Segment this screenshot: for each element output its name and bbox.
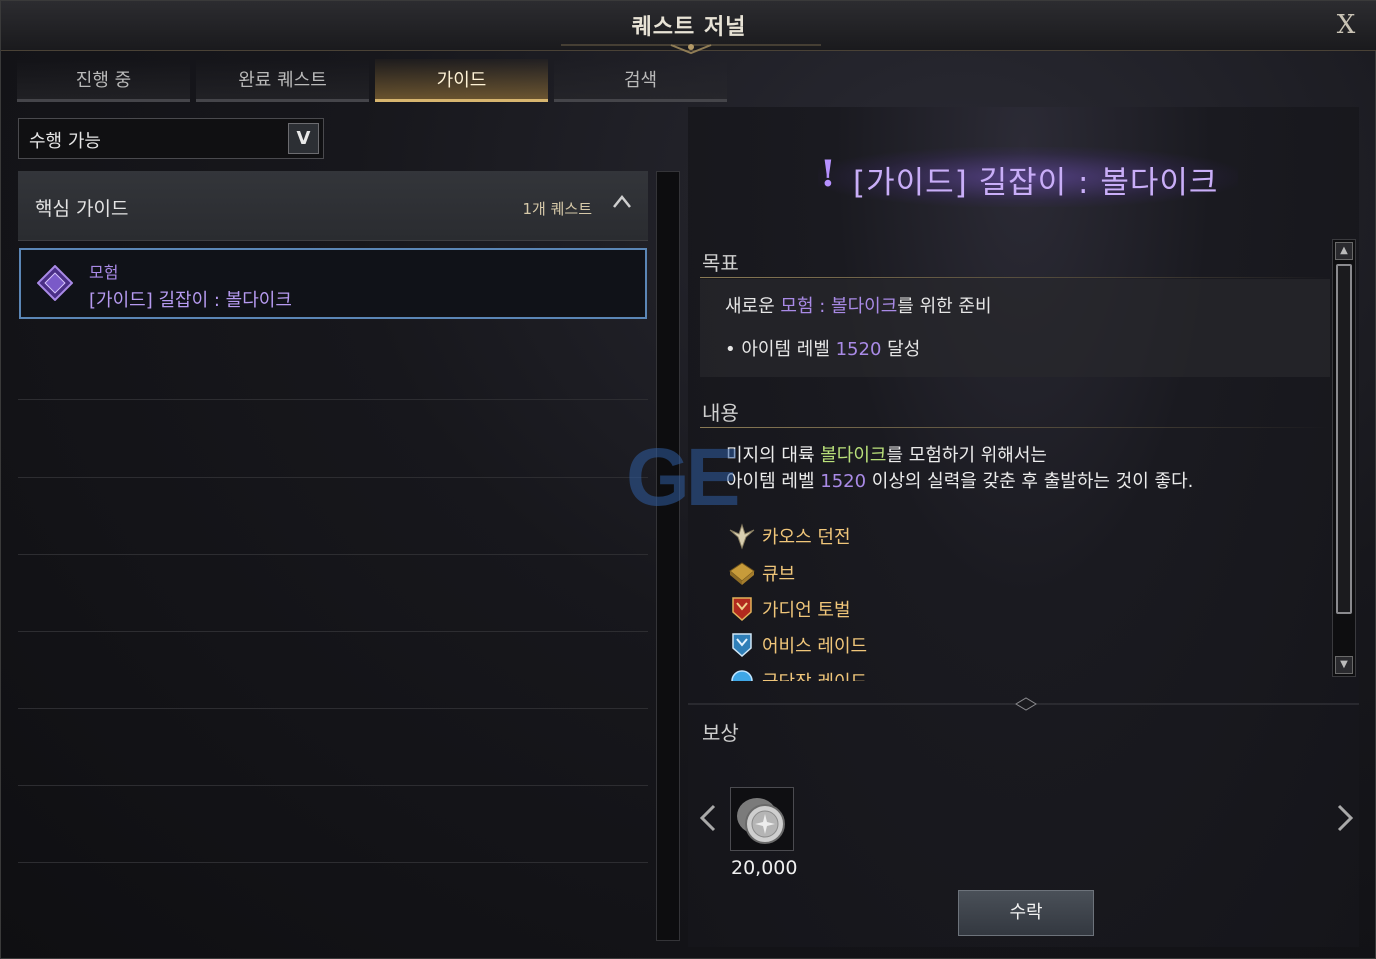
legion-raid-icon (731, 670, 753, 681)
chevron-down-icon[interactable]: V (288, 123, 319, 154)
quest-list-scrollbar[interactable] (656, 171, 680, 941)
divider-ornament-icon (688, 697, 1359, 711)
list-divider (18, 862, 648, 863)
tab-search[interactable]: 검색 (554, 59, 727, 102)
objective-rule (700, 277, 1330, 278)
objective-main-highlight: 모험 : 볼다이크 (780, 296, 898, 317)
reward-slot[interactable] (730, 787, 794, 851)
list-divider (18, 785, 648, 786)
objective-sub: • 아이템 레벨 1520 달성 (725, 335, 920, 361)
group-header-core-guide[interactable]: 핵심 가이드 1개 퀘스트 (18, 171, 648, 241)
content-item-guardian-raid[interactable]: 가디언 토벌 (728, 592, 851, 626)
reward-heading: 보상 (702, 721, 739, 745)
tab-bar: 진행 중 완료 퀘스트 가이드 검색 (17, 59, 727, 103)
content-line-2: 아이템 레벨 1520 이상의 실력을 갖춘 후 출발하는 것이 좋다. (726, 469, 1193, 495)
objective-box: 새로운 모험 : 볼다이크를 위한 준비 • 아이템 레벨 1520 달성 (700, 279, 1330, 377)
diamond-quest-icon (37, 265, 73, 301)
content-line-2-prefix: 아이템 레벨 (726, 471, 821, 492)
content-line-1-prefix: 미지의 대륙 (726, 445, 821, 466)
quest-title-banner: ! [가이드] 길잡이 : 볼다이크 (688, 135, 1359, 215)
quest-journal-window: 퀘스트 저널 X 진행 중 완료 퀘스트 가이드 검색 수행 가능 V 핵심 가… (0, 0, 1376, 959)
bullet-icon: • (725, 339, 736, 360)
content-item-abyss-raid[interactable]: 어비스 레이드 (728, 628, 867, 662)
abyss-raid-icon (732, 633, 752, 658)
quest-list-item-selected[interactable]: 모험 [가이드] 길잡이 : 볼다이크 (19, 248, 647, 319)
title-bar: 퀘스트 저널 X (1, 1, 1376, 55)
chevron-right-icon[interactable] (1333, 803, 1357, 833)
content-description: 미지의 대륙 볼다이크를 모험하기 위해서는 아이템 레벨 1520 이상의 실… (726, 443, 1193, 495)
group-quest-count: 1개 퀘스트 (522, 200, 592, 218)
list-divider (18, 631, 648, 632)
objective-heading: 목표 (702, 251, 739, 275)
chaos-dungeon-icon (729, 523, 755, 550)
title-ornament-icon (561, 44, 821, 55)
close-button[interactable]: X (1331, 9, 1361, 41)
list-divider (18, 708, 648, 709)
content-line-1: 미지의 대륙 볼다이크를 모험하기 위해서는 (726, 443, 1193, 469)
list-divider (18, 554, 648, 555)
quest-name-label: [가이드] 길잡이 : 볼다이크 (89, 290, 292, 311)
content-item-cube[interactable]: 큐브 (728, 556, 795, 590)
content-link-list: 카오스 던전 큐브 가디언 토벌 어비스 레이드 (728, 519, 1328, 681)
content-rule (700, 427, 1330, 428)
scroll-down-icon[interactable]: ▼ (1335, 656, 1353, 674)
content-item-label: 카오스 던전 (762, 527, 851, 548)
objective-main-suffix: 를 위한 준비 (897, 296, 992, 317)
content-line-1-suffix: 를 모험하기 위해서는 (886, 445, 1047, 466)
silver-coin-icon (737, 798, 785, 844)
content-item-label: 어비스 레이드 (762, 636, 868, 657)
filter-selected-value: 수행 가능 (29, 131, 101, 152)
list-divider (18, 399, 648, 400)
window-title: 퀘스트 저널 (631, 15, 747, 40)
scroll-thumb[interactable] (1336, 264, 1352, 614)
detail-scrollbar[interactable]: ▲ ▼ (1332, 239, 1356, 677)
content-line-1-highlight: 볼다이크 (820, 445, 887, 466)
cube-icon (729, 562, 755, 585)
chevron-left-icon[interactable] (696, 803, 720, 833)
content-line-2-number: 1520 (820, 471, 867, 492)
quest-detail-panel: ! [가이드] 길잡이 : 볼다이크 목표 새로운 모험 : 볼다이크를 위한 … (688, 107, 1359, 947)
quest-title: [가이드] 길잡이 : 볼다이크 (853, 165, 1219, 201)
quest-category-label: 모험 (89, 263, 119, 282)
watermark-logo: GE (626, 432, 741, 523)
content-item-label: 군단장 레이드 (762, 668, 867, 681)
tab-guide[interactable]: 가이드 (375, 59, 548, 102)
objective-sub-number: 1520 (835, 339, 882, 360)
group-title: 핵심 가이드 (35, 198, 129, 220)
tab-completed[interactable]: 완료 퀘스트 (196, 59, 369, 102)
content-item-label: 가디언 토벌 (762, 600, 851, 621)
scroll-up-icon[interactable]: ▲ (1335, 242, 1353, 260)
quest-list-panel: 핵심 가이드 1개 퀘스트 모험 [가이드] 길잡이 : 볼다이크 (18, 171, 648, 941)
tab-in-progress[interactable]: 진행 중 (17, 59, 190, 102)
objective-sub-prefix: 아이템 레벨 (741, 339, 836, 360)
content-item-legion-raid[interactable]: 군단장 레이드 (728, 664, 867, 681)
objective-sub-suffix: 달성 (881, 339, 921, 360)
accept-button[interactable]: 수락 (958, 890, 1094, 936)
objective-main-prefix: 새로운 (725, 296, 781, 317)
list-divider (18, 477, 648, 478)
content-line-2-suffix: 이상의 실력을 갖춘 후 출발하는 것이 좋다. (866, 471, 1194, 492)
reward-amount: 20,000 (731, 857, 798, 879)
content-heading: 내용 (702, 401, 739, 425)
exclamation-icon: ! (820, 153, 836, 195)
content-item-label: 큐브 (762, 564, 796, 585)
objective-main: 새로운 모험 : 볼다이크를 위한 준비 (725, 292, 992, 318)
content-item-chaos-dungeon[interactable]: 카오스 던전 (728, 519, 851, 553)
guardian-raid-icon (732, 597, 752, 622)
chevron-up-icon[interactable] (612, 193, 632, 209)
filter-dropdown[interactable]: 수행 가능 V (18, 118, 324, 159)
